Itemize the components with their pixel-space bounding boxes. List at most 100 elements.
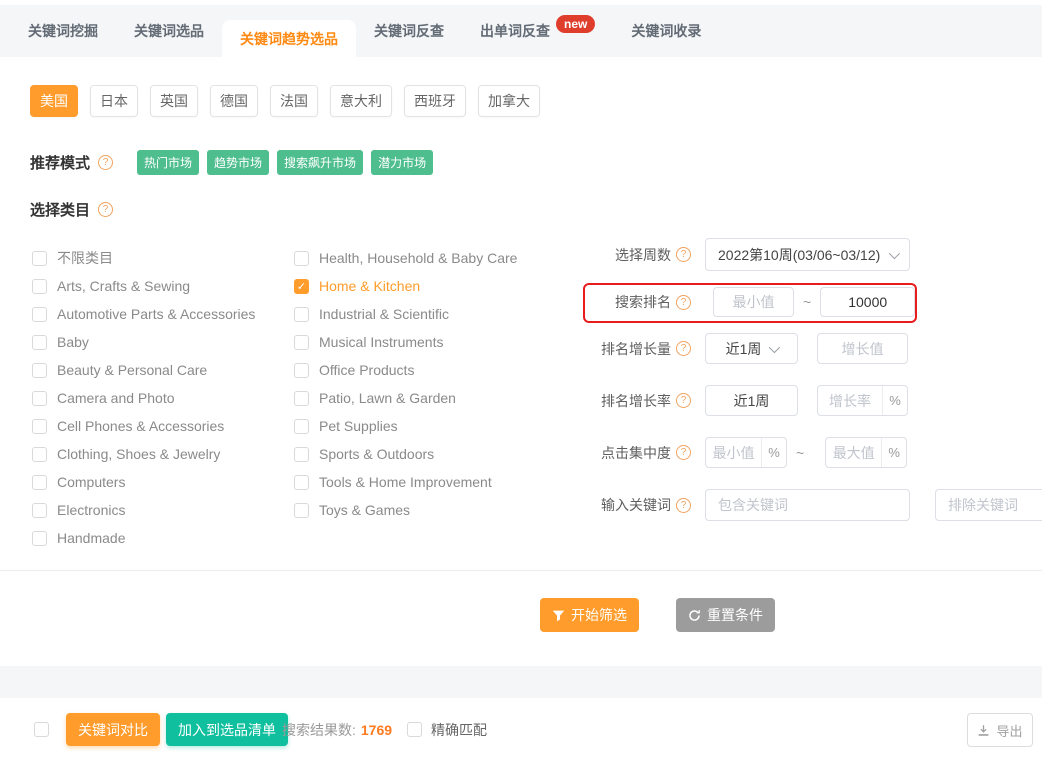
category-arts-crafts-sewing[interactable]: Arts, Crafts & Sewing [32, 272, 255, 300]
rank-growth-rate-input[interactable] [818, 393, 882, 409]
category-patio-lawn-garden[interactable]: Patio, Lawn & Garden [294, 384, 517, 412]
country-germany[interactable]: 德国 [210, 85, 258, 117]
exclude-keyword-input[interactable] [935, 489, 1042, 521]
help-icon[interactable] [676, 247, 691, 262]
category-cell-phones[interactable]: Cell Phones & Accessories [32, 412, 255, 440]
checkbox[interactable] [32, 475, 47, 490]
tag-search-surge-market[interactable]: 搜索飙升市场 [277, 150, 363, 175]
country-france[interactable]: 法国 [270, 85, 318, 117]
tab-keyword-trend-selection[interactable]: 关键词趋势选品 [222, 20, 356, 57]
tab-keyword-indexing[interactable]: 关键词收录 [613, 5, 719, 57]
country-canada[interactable]: 加拿大 [478, 85, 540, 117]
checkbox[interactable] [32, 307, 47, 322]
help-icon[interactable] [676, 393, 691, 408]
category-office-products[interactable]: Office Products [294, 356, 517, 384]
range-separator: ~ [796, 445, 804, 461]
checkbox[interactable] [294, 419, 309, 434]
checkbox[interactable] [32, 251, 47, 266]
tab-order-word-reverse-lookup[interactable]: 出单词反查 new [462, 5, 613, 57]
category-baby[interactable]: Baby [32, 328, 255, 356]
category-sports-outdoors[interactable]: Sports & Outdoors [294, 440, 517, 468]
checkbox-checked[interactable] [294, 279, 309, 294]
include-keyword-input[interactable] [705, 489, 910, 521]
checkbox[interactable] [294, 307, 309, 322]
rank-growth-rate-period-value: 近1周 [734, 391, 770, 411]
tag-hot-market[interactable]: 热门市场 [137, 150, 199, 175]
category-clothing-shoes-jewelry[interactable]: Clothing, Shoes & Jewelry [32, 440, 255, 468]
category-handmade[interactable]: Handmade [32, 524, 255, 552]
checkbox[interactable] [294, 447, 309, 462]
category-toys-games[interactable]: Toys & Games [294, 496, 517, 524]
checkbox[interactable] [294, 391, 309, 406]
rank-growth-value-input[interactable] [817, 333, 908, 364]
search-rank-min-input[interactable] [713, 287, 794, 317]
country-italy[interactable]: 意大利 [330, 85, 392, 117]
week-select[interactable]: 2022第10周(03/06~03/12) [705, 238, 910, 271]
category-beauty-personal-care[interactable]: Beauty & Personal Care [32, 356, 255, 384]
checkbox[interactable] [32, 363, 47, 378]
help-icon[interactable] [676, 445, 691, 460]
tab-keyword-selection[interactable]: 关键词选品 [116, 5, 222, 57]
rank-growth-row: 排名增长量 近1周 [583, 333, 908, 364]
rank-growth-rate-period-select[interactable]: 近1周 [705, 385, 798, 416]
category-pet-supplies[interactable]: Pet Supplies [294, 412, 517, 440]
rank-growth-period-select[interactable]: 近1周 [705, 333, 798, 364]
exact-match-checkbox[interactable] [407, 722, 422, 737]
checkbox[interactable] [32, 279, 47, 294]
category-health-household[interactable]: Health, Household & Baby Care [294, 244, 517, 272]
country-japan[interactable]: 日本 [90, 85, 138, 117]
exact-match-toggle[interactable]: 精确匹配 [407, 713, 487, 746]
tab-keyword-reverse-lookup[interactable]: 关键词反查 [356, 5, 462, 57]
category-musical-instruments[interactable]: Musical Instruments [294, 328, 517, 356]
add-to-selection-list-button[interactable]: 加入到选品清单 [166, 713, 288, 746]
checkbox[interactable] [294, 503, 309, 518]
country-spain[interactable]: 西班牙 [404, 85, 466, 117]
start-filter-button[interactable]: 开始筛选 [540, 598, 639, 632]
category-automotive[interactable]: Automotive Parts & Accessories [32, 300, 255, 328]
tab-keyword-mining[interactable]: 关键词挖掘 [10, 5, 116, 57]
checkbox[interactable] [294, 335, 309, 350]
checkbox[interactable] [32, 531, 47, 546]
keyword-input-label: 输入关键词 [601, 495, 671, 515]
country-uk[interactable]: 英国 [150, 85, 198, 117]
week-filter-row: 选择周数 2022第10周(03/06~03/12) [583, 238, 910, 271]
category-camera-photo[interactable]: Camera and Photo [32, 384, 255, 412]
category-industrial-scientific[interactable]: Industrial & Scientific [294, 300, 517, 328]
export-button[interactable]: 导出 [967, 713, 1033, 747]
checkbox[interactable] [32, 503, 47, 518]
checkbox[interactable] [294, 251, 309, 266]
category-electronics[interactable]: Electronics [32, 496, 255, 524]
tag-potential-market[interactable]: 潜力市场 [371, 150, 433, 175]
percent-suffix: % [881, 438, 906, 467]
country-usa[interactable]: 美国 [30, 85, 78, 117]
checkbox[interactable] [294, 363, 309, 378]
checkbox[interactable] [32, 419, 47, 434]
help-icon[interactable] [676, 498, 691, 513]
click-concentration-max-input[interactable] [826, 445, 881, 461]
search-rank-max-input[interactable] [820, 287, 915, 317]
category-home-kitchen[interactable]: Home & Kitchen [294, 272, 517, 300]
category-computers[interactable]: Computers [32, 468, 255, 496]
checkbox[interactable] [294, 475, 309, 490]
help-icon[interactable] [676, 295, 691, 310]
help-icon[interactable] [98, 155, 113, 170]
rank-growth-rate-input-group: % [817, 385, 908, 416]
recommend-mode-label: 推荐模式 [30, 152, 90, 173]
checkbox[interactable] [32, 391, 47, 406]
tag-trend-market[interactable]: 趋势市场 [207, 150, 269, 175]
help-icon[interactable] [98, 202, 113, 217]
percent-suffix: % [882, 386, 907, 415]
help-icon[interactable] [676, 341, 691, 356]
category-unlimited[interactable]: 不限类目 [32, 244, 255, 272]
reset-conditions-button[interactable]: 重置条件 [676, 598, 775, 632]
checkbox[interactable] [32, 335, 47, 350]
category-tools-home-improvement[interactable]: Tools & Home Improvement [294, 468, 517, 496]
search-results-count: 搜索结果数: 1769 [282, 713, 392, 746]
click-concentration-min-input[interactable] [706, 445, 761, 461]
tab-label: 出单词反查 [480, 21, 550, 41]
keyword-compare-button[interactable]: 关键词对比 [66, 713, 160, 746]
select-all-checkbox[interactable] [34, 722, 49, 737]
category-column-2: Health, Household & Baby Care Home & Kit… [294, 244, 517, 524]
checkbox[interactable] [32, 447, 47, 462]
click-concentration-min-group: % [705, 437, 787, 468]
